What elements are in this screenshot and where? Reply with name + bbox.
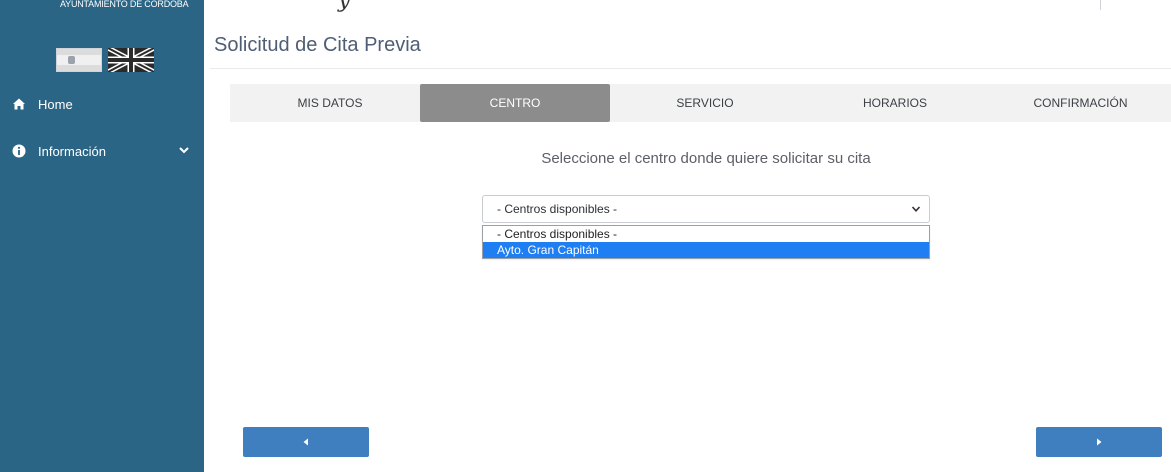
sidebar-org-name: AYUNTAMIENTO DE CÓRDOBA — [60, 0, 189, 9]
dropdown-option-highlighted[interactable]: Ayto. Gran Capitán — [483, 242, 929, 258]
title-divider — [210, 68, 1171, 69]
caret-right-icon — [1097, 438, 1102, 446]
spanish-flag-icon[interactable] — [56, 48, 102, 72]
wizard-steps: MIS DATOS CENTRO SERVICIO HORARIOS CONFI… — [230, 84, 1171, 122]
top-right-divider — [1092, 0, 1101, 10]
sidebar-item-informacion[interactable]: Información — [0, 136, 204, 166]
sidebar-item-home[interactable]: Home — [0, 89, 204, 119]
top-partial-script: y — [338, 0, 351, 13]
center-select-value: - Centros disponibles - — [497, 202, 618, 216]
step-confirmacion[interactable]: CONFIRMACIÓN — [990, 84, 1171, 122]
center-dropdown-list: - Centros disponibles - Ayto. Gran Capit… — [482, 225, 930, 259]
chevron-down-icon[interactable] — [178, 144, 190, 156]
page-title: Solicitud de Cita Previa — [214, 34, 421, 56]
language-switcher — [56, 44, 154, 76]
chevron-down-icon — [911, 204, 921, 214]
step-mis-datos[interactable]: MIS DATOS — [240, 84, 420, 122]
step-centro[interactable]: CENTRO — [420, 84, 610, 122]
home-icon — [12, 97, 26, 111]
caret-left-icon — [303, 438, 308, 446]
sidebar-item-label: Home — [38, 96, 73, 112]
uk-flag-icon[interactable] — [108, 48, 154, 72]
sidebar: AYUNTAMIENTO DE CÓRDOBA Home Información — [0, 0, 204, 472]
sidebar-item-label: Información — [38, 143, 106, 159]
step-horarios[interactable]: HORARIOS — [800, 84, 990, 122]
center-select[interactable]: - Centros disponibles - — [482, 195, 930, 223]
next-button[interactable] — [1036, 427, 1162, 457]
step-servicio[interactable]: SERVICIO — [610, 84, 800, 122]
info-circle-icon — [12, 144, 26, 158]
center-prompt: Seleccione el centro donde quiere solici… — [541, 150, 871, 167]
previous-button[interactable] — [243, 427, 369, 457]
dropdown-option[interactable]: - Centros disponibles - — [483, 226, 929, 242]
